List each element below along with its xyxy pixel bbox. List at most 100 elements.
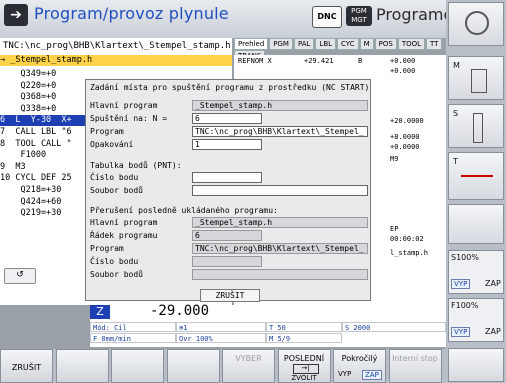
f100-label: F100% — [451, 301, 479, 310]
int-main-program-label: Hlavní program — [90, 218, 158, 227]
int-program-label: Program — [90, 244, 124, 253]
top-header: ➔ Program/provoz plynule DNC PGM MGT Prog… — [0, 0, 487, 38]
tool-icon-cell: ⊕1 — [176, 322, 266, 332]
t-function-button[interactable]: T — [448, 152, 504, 200]
dialog-cancel-button[interactable]: ZRUŠIT — [200, 289, 260, 302]
main-program-field: _Stempel_stamp.h — [192, 100, 368, 111]
s-function-button[interactable]: S — [448, 104, 504, 148]
bottom-softkey[interactable]: ZRUŠIT — [0, 349, 53, 383]
axis-display: Z -29.000 Mód: Cíl ⊕1 T 50 S 2000 F 0mm/… — [90, 303, 446, 347]
s-zap-label[interactable]: ZAP — [485, 279, 501, 288]
main-program-label: Hlavní program — [90, 101, 158, 110]
s-vyp-button[interactable]: VYP — [451, 279, 471, 289]
start-block-field[interactable]: 6 — [192, 113, 262, 124]
jump-arrow-icon: →| — [292, 364, 319, 374]
advanced-vyp-label: VYP — [338, 370, 352, 378]
start-label: Spuštění na: N = — [90, 114, 168, 123]
status-value: REFNOM X — [238, 57, 272, 65]
s-label: S — [453, 109, 459, 118]
feed-rate: F 0mm/min — [90, 333, 176, 343]
bottom-softkey[interactable]: POSLEDNÍ ZVOLIT →| — [277, 349, 331, 383]
dialog-title: Zadání místa pro spuštění programu z pro… — [90, 83, 370, 92]
status-tabs: PrehledPGMPALLBLCYCMPOSTOOLTTTRANS — [234, 38, 446, 62]
axis-z-label: Z — [90, 305, 110, 319]
f-zap-label[interactable]: ZAP — [485, 327, 501, 336]
status-tab[interactable]: PAL — [293, 38, 315, 50]
point-number-label: Číslo bodu — [90, 173, 139, 182]
s100-label: S100% — [451, 253, 479, 262]
pgm-label: PGM — [351, 7, 367, 15]
status-value: +0.0000 — [390, 143, 420, 151]
bottom-softkey[interactable]: Interní stop — [388, 349, 442, 383]
status-tab[interactable]: CYC — [337, 38, 359, 50]
bottom-softkey[interactable]: VYBER — [222, 349, 275, 383]
spindle-tool-icon — [473, 113, 483, 143]
operating-mode-icon[interactable]: ➔ — [4, 4, 28, 26]
status-tab[interactable]: POS — [374, 38, 397, 50]
spindle-icon — [471, 69, 487, 93]
zvolit-label: ZVOLIT — [291, 374, 317, 382]
bottom-right-softkey[interactable] — [448, 348, 504, 382]
override: Ovr 100% — [176, 333, 266, 343]
int-line-label: Řádek programu — [90, 231, 158, 240]
empty-right-softkey[interactable] — [448, 204, 504, 244]
program-file-line[interactable]: → _Stempel_stamp.h — [0, 55, 232, 66]
machine-mode-title: Program/provoz plynule — [34, 4, 229, 23]
t-label: T — [453, 157, 458, 166]
status-value: 00:00:02 — [390, 235, 424, 243]
refresh-icon[interactable]: ↺ — [4, 268, 36, 284]
bottom-softkey[interactable] — [166, 349, 220, 383]
status-tab[interactable]: TT — [426, 38, 443, 50]
axis-z-value: -29.000 — [150, 303, 210, 319]
point-file-field[interactable] — [192, 185, 368, 196]
status-value: B — [358, 57, 363, 65]
bottom-softkey[interactable]: Pokročilý VYP ZAP — [333, 349, 386, 383]
softkey-label: Pokročilý — [341, 354, 378, 363]
tool-length-arrow-icon — [461, 175, 493, 177]
status-value: +0.000 — [390, 57, 416, 65]
clock-icon — [465, 11, 489, 35]
point-table-heading: Tabulka bodů (PNT): — [90, 161, 182, 170]
int-point-label: Číslo bodu — [90, 257, 139, 266]
spindle-override-panel: S100% VYP ZAP — [448, 250, 504, 294]
mgt-label: MGT — [351, 16, 367, 24]
point-number-field[interactable] — [192, 172, 262, 183]
status-value: EP — [390, 225, 399, 233]
repeat-label: Opakování — [90, 140, 134, 149]
softkey-label: Interní stop — [392, 354, 438, 363]
softkey-label: POSLEDNÍ — [283, 354, 325, 363]
softkey-label: VYBER — [235, 354, 262, 363]
spindle-speed: S 2000 — [342, 322, 446, 332]
status-tab[interactable]: M — [359, 38, 374, 50]
m-function-button[interactable]: M — [448, 56, 504, 100]
tool-number: T 50 — [266, 322, 342, 332]
clock-button[interactable] — [448, 2, 504, 46]
status-tab[interactable]: Prehled — [234, 38, 269, 50]
pgm-mgt-button[interactable]: PGM MGT — [346, 6, 372, 26]
status-tab[interactable]: LBL — [315, 38, 337, 50]
bottom-softkey[interactable] — [111, 349, 164, 383]
status-value: l_stamp.h — [390, 249, 428, 257]
status-value: M9 — [390, 155, 399, 163]
int-program-field: TNC:\nc_prog\BHB\Klartext\_Stempel_ — [192, 243, 368, 254]
program-label: Program — [90, 127, 124, 136]
int-main-program-field: _Stempel_stamp.h — [192, 217, 368, 228]
bottom-softkey[interactable] — [55, 349, 109, 383]
mode-target: Mód: Cíl — [90, 322, 176, 332]
tnc-screen: ➔ Program/provoz plynule DNC PGM MGT Prog… — [0, 0, 506, 383]
dnc-button[interactable]: DNC — [312, 6, 342, 28]
status-value: +20.0000 — [390, 117, 424, 125]
interrupt-heading: Přerušení posledně ukládaného programu: — [90, 206, 278, 215]
int-file-label: Soubor bodů — [90, 270, 143, 279]
f-vyp-button[interactable]: VYP — [451, 327, 471, 337]
advanced-zap-toggle[interactable]: ZAP — [362, 370, 382, 380]
int-line-field: 6 — [192, 230, 262, 241]
repeat-field[interactable]: 1 — [192, 139, 262, 150]
status-tab[interactable]: PGM — [269, 38, 293, 50]
int-point-field — [192, 256, 262, 267]
status-value: +8.0000 — [390, 133, 420, 141]
feed-override-panel: F100% VYP ZAP — [448, 298, 504, 342]
status-tab[interactable]: TOOL — [397, 38, 426, 50]
status-value: +29.421 — [304, 57, 334, 65]
program-field[interactable]: TNC:\nc_prog\BHB\Klartext\_Stempel_ — [192, 126, 368, 137]
